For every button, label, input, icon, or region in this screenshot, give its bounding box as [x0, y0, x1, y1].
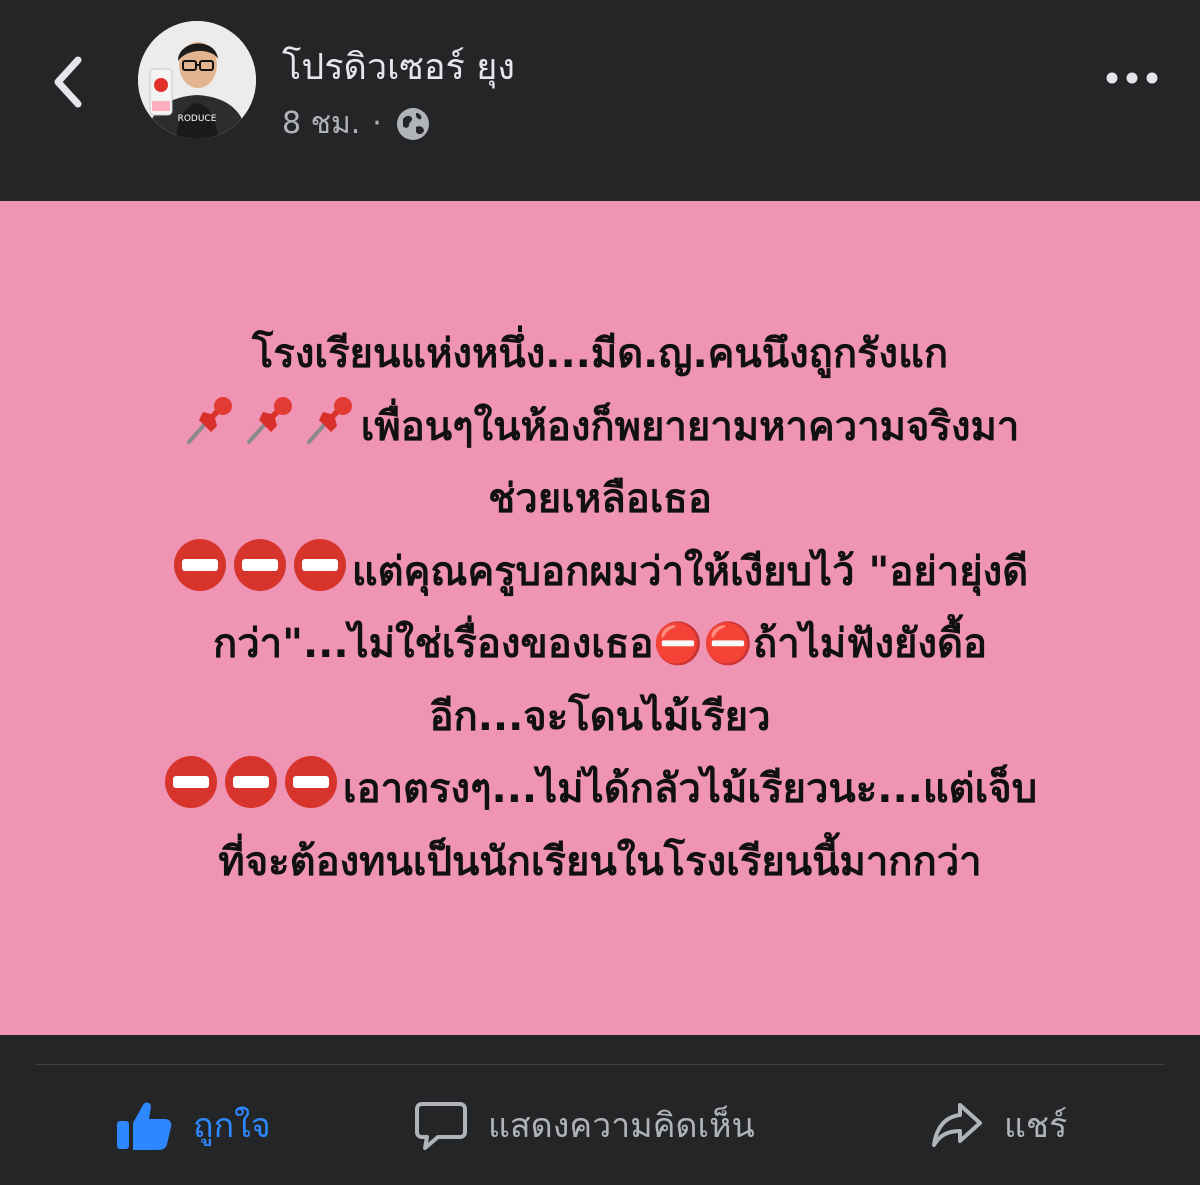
pushpin-icon — [306, 396, 352, 444]
no-entry-icon — [233, 538, 286, 591]
post-actions: ถูกใจ แสดงความคิดเห็น แชร์ — [0, 1090, 1200, 1160]
avatar[interactable]: RODUCE — [138, 21, 256, 139]
post-text: โรงเรียนแห่งหนึ่ง...มีด.ญ.คนนึงถูกรังแกเ… — [95, 318, 1105, 898]
post-header: RODUCE โปรดิวเซอร์ ยุง 8 ชม. · — [0, 0, 1200, 200]
post-text-line: กว่า"...ไม่ใช่เรื่องของเธอ⛔⛔ถ้าไม่ฟังยัง… — [95, 608, 1105, 681]
comment-icon — [415, 1102, 467, 1150]
no-entry-icon — [173, 538, 226, 591]
share-label: แชร์ — [1004, 1106, 1068, 1146]
post-text-line: ที่จะต้องทนเป็นนักเรียนในโรงเรียนนี้มากก… — [95, 826, 1105, 899]
chevron-left-icon — [54, 56, 82, 108]
post-text-line-content: แต่คุณครูบอกผมว่าให้เงียบไว้ "อย่ายุ่งดี — [351, 548, 1029, 595]
avatar-image: RODUCE — [138, 21, 256, 139]
post-text-line: เพื่อนๆในห้องก็พยายามหาความจริงมา — [95, 391, 1105, 464]
pushpin-icon — [246, 396, 292, 444]
post-timestamp[interactable]: 8 ชม. — [282, 100, 360, 147]
post-text-line: ช่วยเหลือเธอ — [95, 463, 1105, 536]
post-text-line-content: อีก...จะโดนไม้เรียว — [429, 693, 771, 740]
post-text-line: โรงเรียนแห่งหนึ่ง...มีด.ญ.คนนึงถูกรังแก — [95, 318, 1105, 391]
post-text-line-content: ช่วยเหลือเธอ — [488, 476, 712, 522]
post-text-line-content: ที่จะต้องทนเป็นนักเรียนในโรงเรียนนี้มากก… — [218, 838, 982, 885]
post-text-line: อีก...จะโดนไม้เรียว — [95, 681, 1105, 754]
thumbs-up-icon — [117, 1102, 172, 1150]
svg-text:RODUCE: RODUCE — [178, 114, 217, 124]
more-options-button[interactable] — [1100, 62, 1164, 94]
post-text-line-content: เพื่อนๆในห้องก็พยายามหาความจริงมา — [360, 403, 1020, 450]
post-text-line-content: โรงเรียนแห่งหนึ่ง...มีด.ญ.คนนึงถูกรังแก — [251, 331, 949, 377]
like-label: ถูกใจ — [193, 1106, 271, 1146]
post-text-line-content: เอาตรงๆ...ไม่ได้กลัวไม้เรียวนะ...แต่เจ็บ — [342, 766, 1038, 812]
comment-label: แสดงความคิดเห็น — [488, 1106, 755, 1146]
pushpin-icon — [186, 396, 232, 444]
post-meta: 8 ชม. · — [282, 100, 432, 147]
post-text-line: เอาตรงๆ...ไม่ได้กลัวไม้เรียวนะ...แต่เจ็บ — [95, 753, 1105, 826]
back-button[interactable] — [40, 48, 100, 112]
more-horizontal-icon — [1106, 72, 1158, 84]
no-entry-icon — [284, 756, 337, 808]
share-icon — [932, 1103, 982, 1147]
like-button[interactable]: ถูกใจ — [115, 1090, 271, 1160]
no-entry-icon — [224, 756, 277, 808]
author-name[interactable]: โปรดิวเซอร์ ยุง — [282, 38, 515, 95]
globe-icon — [396, 107, 429, 140]
comment-button[interactable]: แสดงความคิดเห็น — [414, 1090, 755, 1160]
post-text-line-content: กว่า"...ไม่ใช่เรื่องของเธอ⛔⛔ถ้าไม่ฟังยัง… — [212, 621, 988, 667]
no-entry-icon — [164, 756, 217, 808]
share-button[interactable]: แชร์ — [930, 1090, 1067, 1160]
post-text-line: แต่คุณครูบอกผมว่าให้เงียบไว้ "อย่ายุ่งดี — [95, 536, 1105, 609]
no-entry-icon — [293, 538, 346, 591]
divider — [35, 1064, 1165, 1065]
meta-separator: · — [372, 106, 382, 141]
